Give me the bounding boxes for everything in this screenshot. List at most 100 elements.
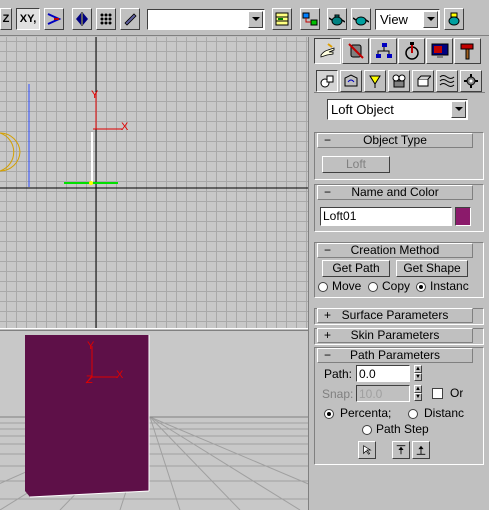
restrict-xy-label: XY,	[19, 13, 37, 25]
skin-parameters-title: Skin Parameters	[350, 328, 440, 342]
modify-icon	[347, 43, 364, 59]
move-radio[interactable]	[318, 282, 328, 292]
tab-display[interactable]	[426, 38, 453, 64]
array-button[interactable]	[96, 8, 116, 30]
teapot-icon	[329, 14, 345, 26]
tab-create[interactable]	[314, 38, 341, 64]
top-viewport-canvas	[0, 37, 308, 328]
array-icon	[100, 13, 112, 25]
path-label: Path:	[324, 367, 353, 381]
tab-utilities[interactable]	[454, 38, 481, 64]
hammer-icon	[460, 43, 473, 60]
percentage-radio[interactable]	[324, 409, 334, 419]
command-panel: Loft Object − Object Type Loft − Name an…	[312, 36, 489, 510]
copy-label: Copy	[382, 279, 411, 293]
copy-radio[interactable]	[368, 282, 378, 292]
light-icon	[369, 75, 381, 88]
spinner-down-icon[interactable]: ▼	[414, 393, 422, 401]
tab-modify[interactable]	[342, 38, 369, 64]
restrict-xy-button[interactable]: XY,	[16, 8, 40, 30]
name-color-title: Name and Color	[351, 185, 439, 199]
schematic-icon	[302, 12, 318, 26]
motion-icon	[404, 42, 419, 60]
instance-label: Instanc	[430, 279, 469, 293]
create-hand-icon	[320, 43, 334, 58]
create-category-row	[314, 68, 485, 93]
name-color-rollout-header[interactable]: − Name and Color	[317, 185, 473, 200]
previous-shape-button[interactable]	[392, 441, 410, 459]
surface-parameters-title: Surface Parameters	[341, 308, 449, 322]
next-shape-icon	[416, 445, 426, 455]
inverse-kinematics-button[interactable]	[44, 8, 64, 30]
path-spinner[interactable]: ▲ ▼	[414, 365, 424, 383]
category-geometry[interactable]	[316, 70, 338, 92]
circle-shape[interactable]	[0, 132, 15, 172]
category-systems[interactable]	[460, 70, 482, 92]
render-type-value: View	[380, 12, 408, 27]
path-steps-label: Path Step	[376, 422, 429, 436]
restrict-z-button[interactable]: Z	[0, 8, 12, 30]
path-parameters-rollout-header[interactable]: − Path Parameters	[317, 348, 473, 363]
perspective-viewport[interactable]: Y X Z	[0, 331, 308, 510]
category-helpers[interactable]	[412, 70, 434, 92]
spinner-up-icon[interactable]: ▲	[414, 385, 422, 393]
quick-render-icon	[448, 12, 460, 26]
align-button[interactable]	[120, 8, 140, 30]
snap-on-label: Or	[450, 386, 464, 400]
distance-radio[interactable]	[408, 409, 418, 419]
restrict-z-label: Z	[2, 13, 10, 25]
path-value-input[interactable]: 0.0	[356, 365, 410, 382]
pick-shape-button[interactable]	[358, 441, 376, 459]
perspective-viewport-canvas	[0, 335, 308, 510]
tab-motion[interactable]	[398, 38, 425, 64]
schematic-view-button[interactable]	[300, 8, 320, 30]
mirror-button[interactable]	[72, 8, 92, 30]
object-name-input[interactable]: Loft01	[320, 207, 452, 226]
snap-value-input[interactable]: 10.0	[356, 385, 410, 402]
spinner-up-icon[interactable]: ▲	[414, 365, 422, 373]
command-panel-tabs	[314, 38, 485, 64]
chevron-down-icon	[423, 11, 438, 28]
previous-shape-icon	[396, 445, 406, 455]
main-toolbar: Z XY, View	[0, 0, 489, 36]
object-category-dropdown[interactable]: Loft Object	[327, 99, 468, 120]
object-color-swatch[interactable]	[455, 207, 471, 226]
category-shapes[interactable]	[340, 70, 362, 92]
category-lights[interactable]	[364, 70, 386, 92]
ik-icon	[47, 13, 62, 25]
next-shape-button[interactable]	[412, 441, 430, 459]
tab-hierarchy[interactable]	[370, 38, 397, 64]
creation-method-rollout-header[interactable]: − Creation Method	[317, 243, 473, 258]
render-scene-button[interactable]	[351, 8, 371, 30]
helper-icon	[417, 75, 431, 87]
top-gizmo-x-label: X	[121, 121, 129, 133]
path-parameters-title: Path Parameters	[349, 348, 441, 362]
align-icon	[124, 13, 137, 26]
surface-parameters-rollout-header[interactable]: + Surface Parameters	[317, 308, 473, 323]
top-viewport[interactable]: Y X	[0, 37, 308, 328]
path-steps-radio[interactable]	[362, 425, 372, 435]
category-cameras[interactable]	[388, 70, 410, 92]
spinner-down-icon[interactable]: ▼	[414, 373, 422, 381]
snap-spinner[interactable]: ▲ ▼	[414, 385, 424, 403]
camera-icon	[392, 74, 406, 88]
quick-render-button[interactable]	[444, 8, 464, 30]
category-space-warps[interactable]	[436, 70, 458, 92]
named-selection-set-dropdown[interactable]	[147, 9, 265, 30]
skin-parameters-rollout-header[interactable]: + Skin Parameters	[317, 328, 473, 343]
shapes-icon	[344, 74, 358, 87]
get-path-button[interactable]: Get Path	[322, 260, 390, 277]
get-shape-button[interactable]: Get Shape	[396, 260, 468, 277]
snap-on-checkbox[interactable]	[432, 388, 443, 399]
track-view-button[interactable]	[272, 8, 292, 30]
systems-gear-icon	[464, 74, 478, 88]
instance-radio[interactable]	[416, 282, 426, 292]
object-type-rollout-header[interactable]: − Object Type	[317, 133, 473, 148]
render-type-dropdown[interactable]: View	[375, 9, 440, 30]
material-editor-button[interactable]	[327, 8, 347, 30]
loft-object-mesh[interactable]	[25, 335, 149, 497]
move-label: Move	[332, 279, 362, 293]
geometry-icon	[320, 75, 334, 88]
top-gizmo-y-label: Y	[91, 89, 99, 101]
loft-button[interactable]: Loft	[322, 156, 390, 173]
